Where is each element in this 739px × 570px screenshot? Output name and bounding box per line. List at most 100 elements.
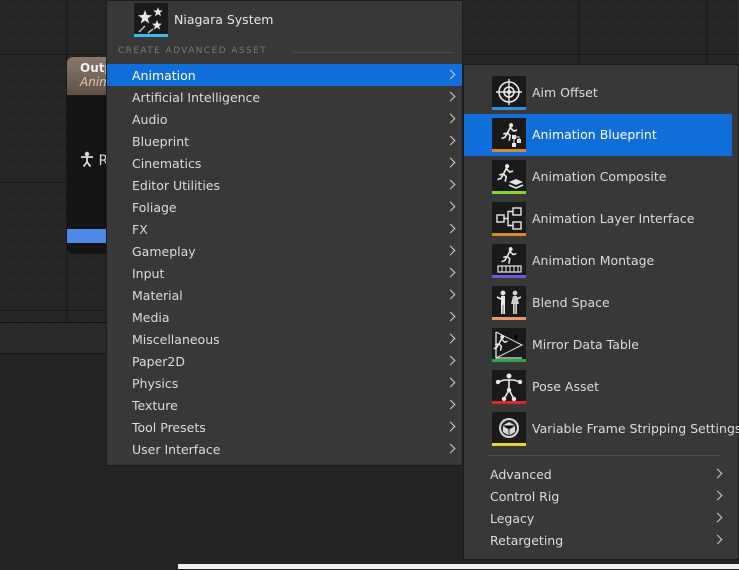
menu-item-label: Cinematics <box>132 156 202 171</box>
icon-color-bar <box>492 275 526 278</box>
submenu-category-label: Retargeting <box>490 533 564 548</box>
chevron-right-icon <box>712 490 723 501</box>
chevron-right-icon <box>445 91 456 102</box>
menu-item-label: Material <box>132 288 183 303</box>
menu-item-label: Miscellaneous <box>132 332 220 347</box>
chevron-right-icon <box>445 355 456 366</box>
submenu-item-label: Pose Asset <box>532 379 600 394</box>
menu-item-material[interactable]: Material <box>107 284 462 306</box>
submenu-category-retargeting[interactable]: Retargeting <box>464 529 738 551</box>
submenu-divider <box>487 455 719 456</box>
icon-color-bar <box>492 443 526 446</box>
submenu-category-label: Legacy <box>490 511 535 526</box>
icon-color-bar <box>492 317 526 320</box>
menu-item-label: Tool Presets <box>132 420 206 435</box>
node-pin[interactable]: R <box>80 151 108 169</box>
submenu-category-legacy[interactable]: Legacy <box>464 507 738 529</box>
chevron-right-icon <box>445 157 456 168</box>
icon-color-bar <box>134 34 168 37</box>
submenu-item-label: Aim Offset <box>532 85 598 100</box>
icon-color-bar <box>492 191 526 194</box>
menu-item-label: Texture <box>132 398 178 413</box>
menu-item-label: Physics <box>132 376 179 391</box>
animation-layer-interface-icon <box>492 202 526 236</box>
menu-item-fx[interactable]: FX <box>107 218 462 240</box>
menu-item-blueprint[interactable]: Blueprint <box>107 130 462 152</box>
menu-item-physics[interactable]: Physics <box>107 372 462 394</box>
menu-item-audio[interactable]: Audio <box>107 108 462 130</box>
chevron-right-icon <box>445 399 456 410</box>
submenu-item-variable-frame-stripping-settings[interactable]: Variable Frame Stripping Settings <box>464 408 739 450</box>
menu-item-label: Paper2D <box>132 354 185 369</box>
chevron-right-icon <box>445 333 456 344</box>
submenu-item-label: Animation Montage <box>532 253 655 268</box>
submenu-item-animation-blueprint[interactable]: Animation Blueprint <box>464 114 732 156</box>
menu-item-label: User Interface <box>132 442 221 457</box>
menu-item-paper2d[interactable]: Paper2D <box>107 350 462 372</box>
chevron-right-icon <box>712 534 723 545</box>
aim-offset-icon <box>492 76 526 110</box>
create-asset-menu: Niagara System CREATE ADVANCED ASSET Ani… <box>106 0 463 466</box>
submenu-category-advanced[interactable]: Advanced <box>464 463 738 485</box>
submenu-category-label: Control Rig <box>490 489 560 504</box>
submenu-item-blend-space[interactable]: Blend Space <box>464 282 732 324</box>
menu-item-animation[interactable]: Animation <box>107 64 462 86</box>
submenu-item-pose-asset[interactable]: Pose Asset <box>464 366 732 408</box>
menu-item-cinematics[interactable]: Cinematics <box>107 152 462 174</box>
icon-color-bar <box>492 401 526 404</box>
submenu-item-animation-montage[interactable]: Animation Montage <box>464 240 732 282</box>
menu-item-tool-presets[interactable]: Tool Presets <box>107 416 462 438</box>
menu-item-label: Niagara System <box>174 12 274 27</box>
bottom-strip <box>178 564 739 569</box>
submenu-item-mirror-data-table[interactable]: Mirror Data Table <box>464 324 732 366</box>
icon-color-bar <box>492 359 526 362</box>
person-pin-icon <box>81 151 93 168</box>
submenu-item-label: Animation Layer Interface <box>532 211 695 226</box>
blend-space-icon <box>492 286 526 320</box>
menu-item-label: Animation <box>132 68 196 83</box>
submenu-item-aim-offset[interactable]: Aim Offset <box>464 72 732 114</box>
menu-item-artificial-intelligence[interactable]: Artificial Intelligence <box>107 86 462 108</box>
menu-item-niagara-system[interactable]: Niagara System <box>107 1 462 37</box>
submenu-item-animation-composite[interactable]: Animation Composite <box>464 156 732 198</box>
menu-item-label: Editor Utilities <box>132 178 221 193</box>
menu-item-label: FX <box>132 222 148 237</box>
submenu-category-control-rig[interactable]: Control Rig <box>464 485 738 507</box>
mirror-data-table-icon <box>492 328 526 362</box>
menu-item-label: Input <box>132 266 165 281</box>
menu-item-label: Artificial Intelligence <box>132 90 261 105</box>
menu-item-media[interactable]: Media <box>107 306 462 328</box>
menu-item-label: Media <box>132 310 170 325</box>
chevron-right-icon <box>445 113 456 124</box>
menu-item-texture[interactable]: Texture <box>107 394 462 416</box>
chevron-right-icon <box>445 201 456 212</box>
menu-item-input[interactable]: Input <box>107 262 462 284</box>
icon-color-bar <box>492 233 526 236</box>
chevron-right-icon <box>445 267 456 278</box>
menu-item-miscellaneous[interactable]: Miscellaneous <box>107 328 462 350</box>
chevron-right-icon <box>712 512 723 523</box>
submenu-item-animation-layer-interface[interactable]: Animation Layer Interface <box>464 198 732 240</box>
menu-item-foliage[interactable]: Foliage <box>107 196 462 218</box>
menu-item-editor-utilities[interactable]: Editor Utilities <box>107 174 462 196</box>
chevron-right-icon <box>445 443 456 454</box>
menu-item-label: Gameplay <box>132 244 196 259</box>
menu-item-label: Audio <box>132 112 168 127</box>
section-divider <box>293 52 453 53</box>
submenu-item-label: Animation Composite <box>532 169 667 184</box>
chevron-right-icon <box>445 289 456 300</box>
menu-item-gameplay[interactable]: Gameplay <box>107 240 462 262</box>
menu-item-user-interface[interactable]: User Interface <box>107 438 462 460</box>
chevron-right-icon <box>445 179 456 190</box>
chevron-right-icon <box>445 421 456 432</box>
menu-item-label: Foliage <box>132 200 177 215</box>
chevron-right-icon <box>445 69 456 80</box>
animation-submenu: Aim Offset Animation Blueprint Animation… <box>463 64 739 560</box>
chevron-right-icon <box>445 377 456 388</box>
animation-composite-icon <box>492 160 526 194</box>
menu-item-label: Blueprint <box>132 134 190 149</box>
submenu-item-label: Blend Space <box>532 295 610 310</box>
animation-blueprint-icon <box>492 118 526 152</box>
chevron-right-icon <box>445 311 456 322</box>
submenu-item-label: Animation Blueprint <box>532 127 657 142</box>
